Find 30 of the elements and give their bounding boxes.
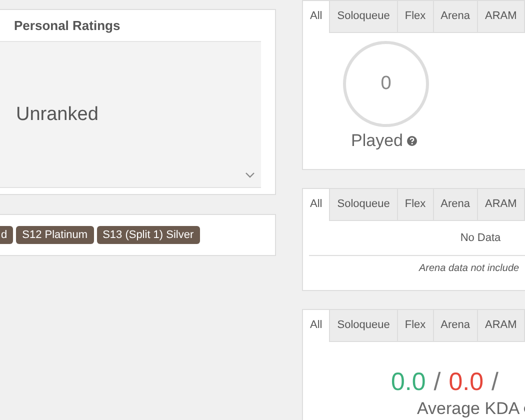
note-text: Arena data not include [418, 263, 520, 274]
season-badge: S12 Platinum [16, 226, 94, 244]
season-badge: S13 (Split 1) Silver [96, 226, 200, 244]
tab[interactable]: Flex [398, 189, 434, 220]
tab[interactable]: ARAM [478, 1, 525, 32]
tab[interactable]: All [303, 189, 330, 221]
help-icon[interactable] [406, 136, 417, 146]
tab[interactable]: All [303, 310, 330, 342]
tab[interactable]: Flex [398, 1, 434, 32]
played-label: Played [351, 131, 403, 151]
tab[interactable]: ARAM [478, 310, 525, 341]
tab[interactable]: Soloqueue [330, 189, 398, 220]
tab[interactable]: ARAM [478, 189, 525, 220]
tab[interactable]: Soloqueue [330, 310, 398, 341]
tab[interactable]: Arena [434, 1, 478, 32]
tab[interactable]: All [303, 1, 330, 33]
tab[interactable]: Arena [434, 189, 478, 220]
tab[interactable]: Soloqueue [330, 1, 398, 32]
tab[interactable]: Arena [434, 310, 478, 341]
kda-value: 0.0 [391, 368, 426, 397]
kda-label: Average KDA [417, 399, 520, 419]
played-count: 0 [380, 73, 392, 95]
chevron-down-icon[interactable] [245, 172, 255, 178]
no-data-text: No Data [309, 221, 525, 256]
kda-value: 0.0 [448, 368, 484, 397]
rank-text: Unranked [15, 104, 98, 126]
season-badge: d [0, 226, 14, 244]
separator: / [491, 368, 498, 397]
separator: / [434, 368, 441, 397]
tab[interactable]: Flex [398, 310, 434, 341]
